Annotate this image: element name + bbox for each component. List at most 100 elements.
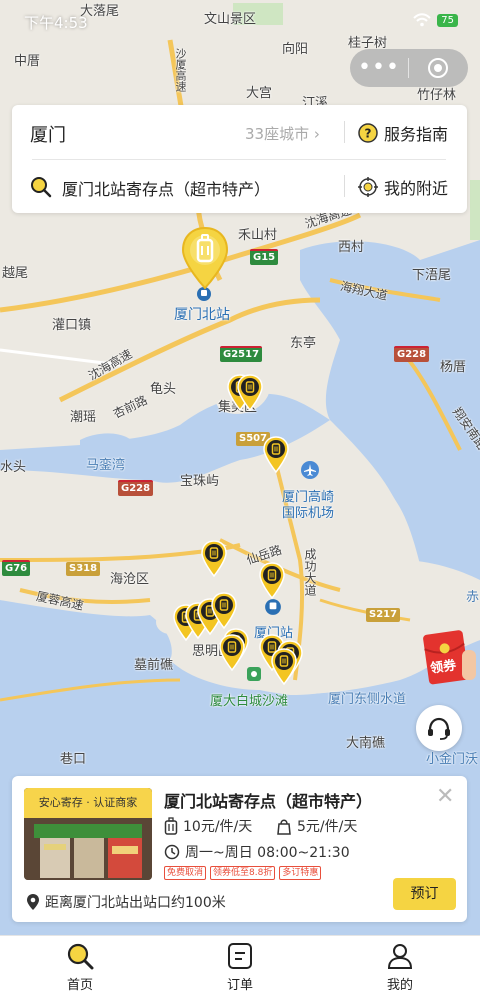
distance-text: 距离厦门北站出站口约100米: [45, 895, 226, 911]
road-badge: G2517: [220, 346, 263, 362]
miniprogram-capsule: •••: [350, 49, 468, 87]
small-bag-icon: [277, 819, 291, 835]
search-icon: [31, 177, 52, 198]
city-count-link[interactable]: 33座城市 ›: [245, 123, 320, 144]
svg-text:?: ?: [365, 127, 372, 141]
storage-point-pin-icon[interactable]: [236, 374, 264, 412]
map-label: 海沧区: [110, 572, 150, 587]
tab-bar: 首页 订单 我的: [0, 935, 480, 999]
map-label: 大宫: [246, 86, 273, 101]
close-miniprogram-button[interactable]: [409, 57, 467, 79]
map-label: 水头: [0, 460, 27, 475]
tab-orders[interactable]: 订单: [160, 936, 320, 999]
map-label: 赤: [466, 590, 480, 605]
promo-badges: 免费取消 领券低至8.8折 多订特惠: [164, 866, 322, 880]
store-name: 厦门北站寄存点（超市特产）: [164, 792, 373, 811]
close-icon[interactable]: ✕: [436, 786, 454, 808]
location-pin-icon: [27, 894, 39, 910]
tab-label: 我的: [386, 978, 413, 993]
promo-badge: 多订特惠: [279, 866, 322, 880]
status-icons: 75: [413, 13, 458, 27]
tab-label: 首页: [66, 978, 93, 993]
chevron-right-icon: ›: [313, 125, 320, 143]
price-small-text: 5元/件/天: [297, 819, 358, 835]
city-count-text: 33座城市: [245, 125, 310, 143]
airport-icon: [301, 461, 319, 479]
road-badge: G228: [394, 346, 430, 362]
service-guide-label: 服务指南: [384, 125, 449, 144]
map-label: 西村: [338, 240, 365, 255]
map-label: 墓前礁: [134, 658, 174, 673]
map-label: 越尾: [2, 266, 29, 281]
user-icon: [387, 944, 413, 969]
price-small: 5元/件/天: [276, 816, 357, 836]
map-label: 东亭: [290, 336, 317, 351]
more-options-icon[interactable]: •••: [350, 49, 408, 87]
map-label: 成功大道: [303, 548, 317, 596]
road-badge: S217: [366, 608, 401, 622]
nearby-label: 我的附近: [384, 179, 449, 198]
store-photo: 安心寄存 · 认证商家: [24, 788, 152, 880]
customer-service-button[interactable]: [416, 705, 462, 751]
tab-label: 订单: [226, 978, 253, 993]
promo-badge: 领券低至8.8折: [210, 866, 276, 880]
map-label: 龟头: [150, 382, 177, 397]
map-label: 灌口镇: [52, 318, 92, 333]
map-label: 禾山村: [238, 228, 278, 243]
nearby-button[interactable]: 我的附近: [358, 175, 448, 199]
map-label: 国际机场: [282, 506, 335, 521]
storage-point-pin-icon[interactable]: [210, 592, 238, 630]
city-row: 厦门 33座城市 › ? 服务指南: [12, 105, 467, 159]
road-badge: G15: [250, 249, 279, 265]
selected-location-pin-icon[interactable]: [180, 226, 230, 292]
promo-badge: 免费取消: [164, 866, 207, 880]
city-name[interactable]: 厦门: [30, 121, 66, 147]
search-input[interactable]: 厦门北站寄存点（超市特产）: [62, 176, 270, 200]
orders-icon: [228, 943, 252, 969]
coupon-button[interactable]: 领券: [420, 628, 476, 688]
storage-point-pin-icon[interactable]: [200, 540, 228, 578]
battery-icon: 75: [437, 13, 458, 27]
service-guide-button[interactable]: ? 服务指南: [358, 121, 448, 145]
search-row[interactable]: 厦门北站寄存点（超市特产） 我的附近: [12, 160, 467, 213]
opening-hours: 周一~周日 08:00~21:30: [164, 842, 350, 862]
large-luggage-icon: [164, 817, 178, 835]
book-button[interactable]: 预订: [393, 878, 456, 910]
storage-point-pin-icon[interactable]: [270, 648, 298, 686]
map-label: 潮瑶: [70, 410, 97, 425]
distance-info: 距离厦门北站出站口约100米: [26, 892, 226, 912]
wifi-icon: [413, 13, 431, 27]
tab-home[interactable]: 首页: [0, 936, 160, 999]
road-badge: G228: [118, 480, 154, 496]
clock-icon: [164, 844, 180, 860]
train-station-icon: [265, 599, 281, 615]
map-label: 杨厝: [440, 360, 467, 375]
question-icon: ?: [358, 123, 378, 143]
tab-profile[interactable]: 我的: [320, 936, 480, 999]
map-label: 小金门沃: [426, 752, 479, 767]
divider: [344, 121, 345, 143]
headset-icon: [428, 717, 450, 740]
home-search-icon: [67, 943, 94, 970]
coupon-label: 领券: [429, 658, 458, 677]
status-time: 下午4:53: [24, 14, 88, 32]
certified-merchant-tag: 安心寄存 · 认证商家: [24, 788, 152, 818]
close-target-icon: [428, 58, 448, 78]
road-badge: G76: [2, 560, 31, 576]
map-label: 厦门东侧水道: [328, 692, 407, 707]
locate-icon: [358, 177, 378, 197]
map-label: 宝珠屿: [180, 474, 220, 489]
map-view[interactable]: 大落尾 文山景区 中厝 向阳 桂子树 沙厦高速 大宫 汀溪 竹仔林 禾山村 沈海…: [0, 0, 480, 935]
map-label: 马銮湾: [86, 458, 126, 473]
status-bar: 下午4:53 75: [0, 0, 480, 40]
price-large: 10元/件/天: [164, 816, 252, 836]
hours-text: 周一~周日 08:00~21:30: [185, 845, 350, 861]
map-label: 厦大白城沙滩: [210, 694, 289, 709]
storage-point-pin-icon[interactable]: [258, 562, 286, 600]
station-label: 厦门北站: [174, 307, 230, 323]
map-label: 大南礁: [346, 736, 386, 751]
storage-point-pin-icon[interactable]: [218, 634, 246, 672]
store-card[interactable]: 安心寄存 · 认证商家 厦门北站寄存点（超市特产） ✕ 10元/件/天 5元/件…: [12, 776, 467, 922]
storage-point-pin-icon[interactable]: [262, 436, 290, 474]
price-large-text: 10元/件/天: [183, 819, 253, 835]
